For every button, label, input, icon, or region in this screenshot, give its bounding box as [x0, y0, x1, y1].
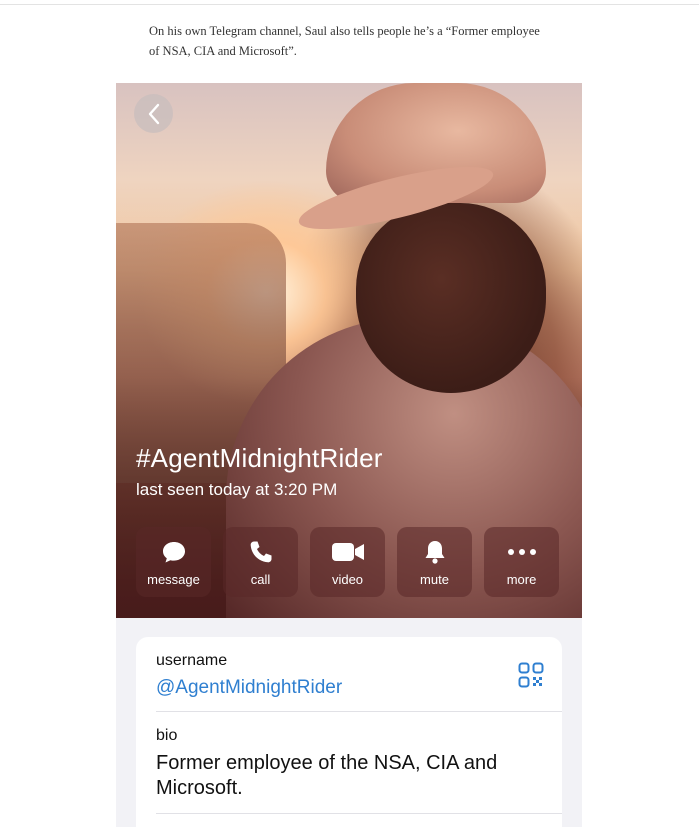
mute-button[interactable]: mute: [397, 527, 472, 597]
message-button[interactable]: message: [136, 527, 211, 597]
mute-label: mute: [420, 571, 449, 587]
username-label: username: [156, 652, 228, 669]
more-button[interactable]: more: [484, 527, 559, 597]
profile-name: #AgentMidnightRider: [136, 443, 383, 473]
back-button[interactable]: [134, 94, 173, 133]
info-section: username @AgentMidnightRider bio Former …: [116, 618, 582, 827]
bio-text: Former employee of the NSA, CIA and Micr…: [156, 752, 498, 799]
info-card: username @AgentMidnightRider bio Former …: [136, 637, 562, 827]
bio-label: bio: [156, 727, 178, 744]
last-seen-status: last seen today at 3:20 PM: [136, 480, 338, 499]
video-button[interactable]: video: [310, 527, 385, 597]
video-label: video: [331, 571, 364, 587]
more-icon: [507, 538, 537, 566]
qr-code-icon[interactable]: [518, 662, 544, 693]
card-divider: [156, 711, 562, 712]
card-divider: [156, 813, 562, 814]
photo-person-head: [356, 203, 546, 393]
profile-header: #AgentMidnightRider last seen today at 3…: [116, 83, 582, 618]
action-bar: message call video mute more: [136, 527, 559, 597]
chevron-left-icon: [148, 103, 159, 124]
top-divider: [0, 4, 699, 5]
call-button[interactable]: call: [223, 527, 298, 597]
article-paragraph: On his own Telegram channel, Saul also t…: [149, 24, 540, 58]
message-label: message: [147, 571, 200, 587]
phone-icon: [248, 538, 274, 566]
call-label: call: [250, 571, 271, 587]
username-link[interactable]: @AgentMidnightRider: [156, 677, 342, 699]
more-label: more: [506, 571, 537, 587]
bell-icon: [423, 538, 447, 566]
message-icon: [161, 538, 187, 566]
video-icon: [331, 538, 365, 566]
